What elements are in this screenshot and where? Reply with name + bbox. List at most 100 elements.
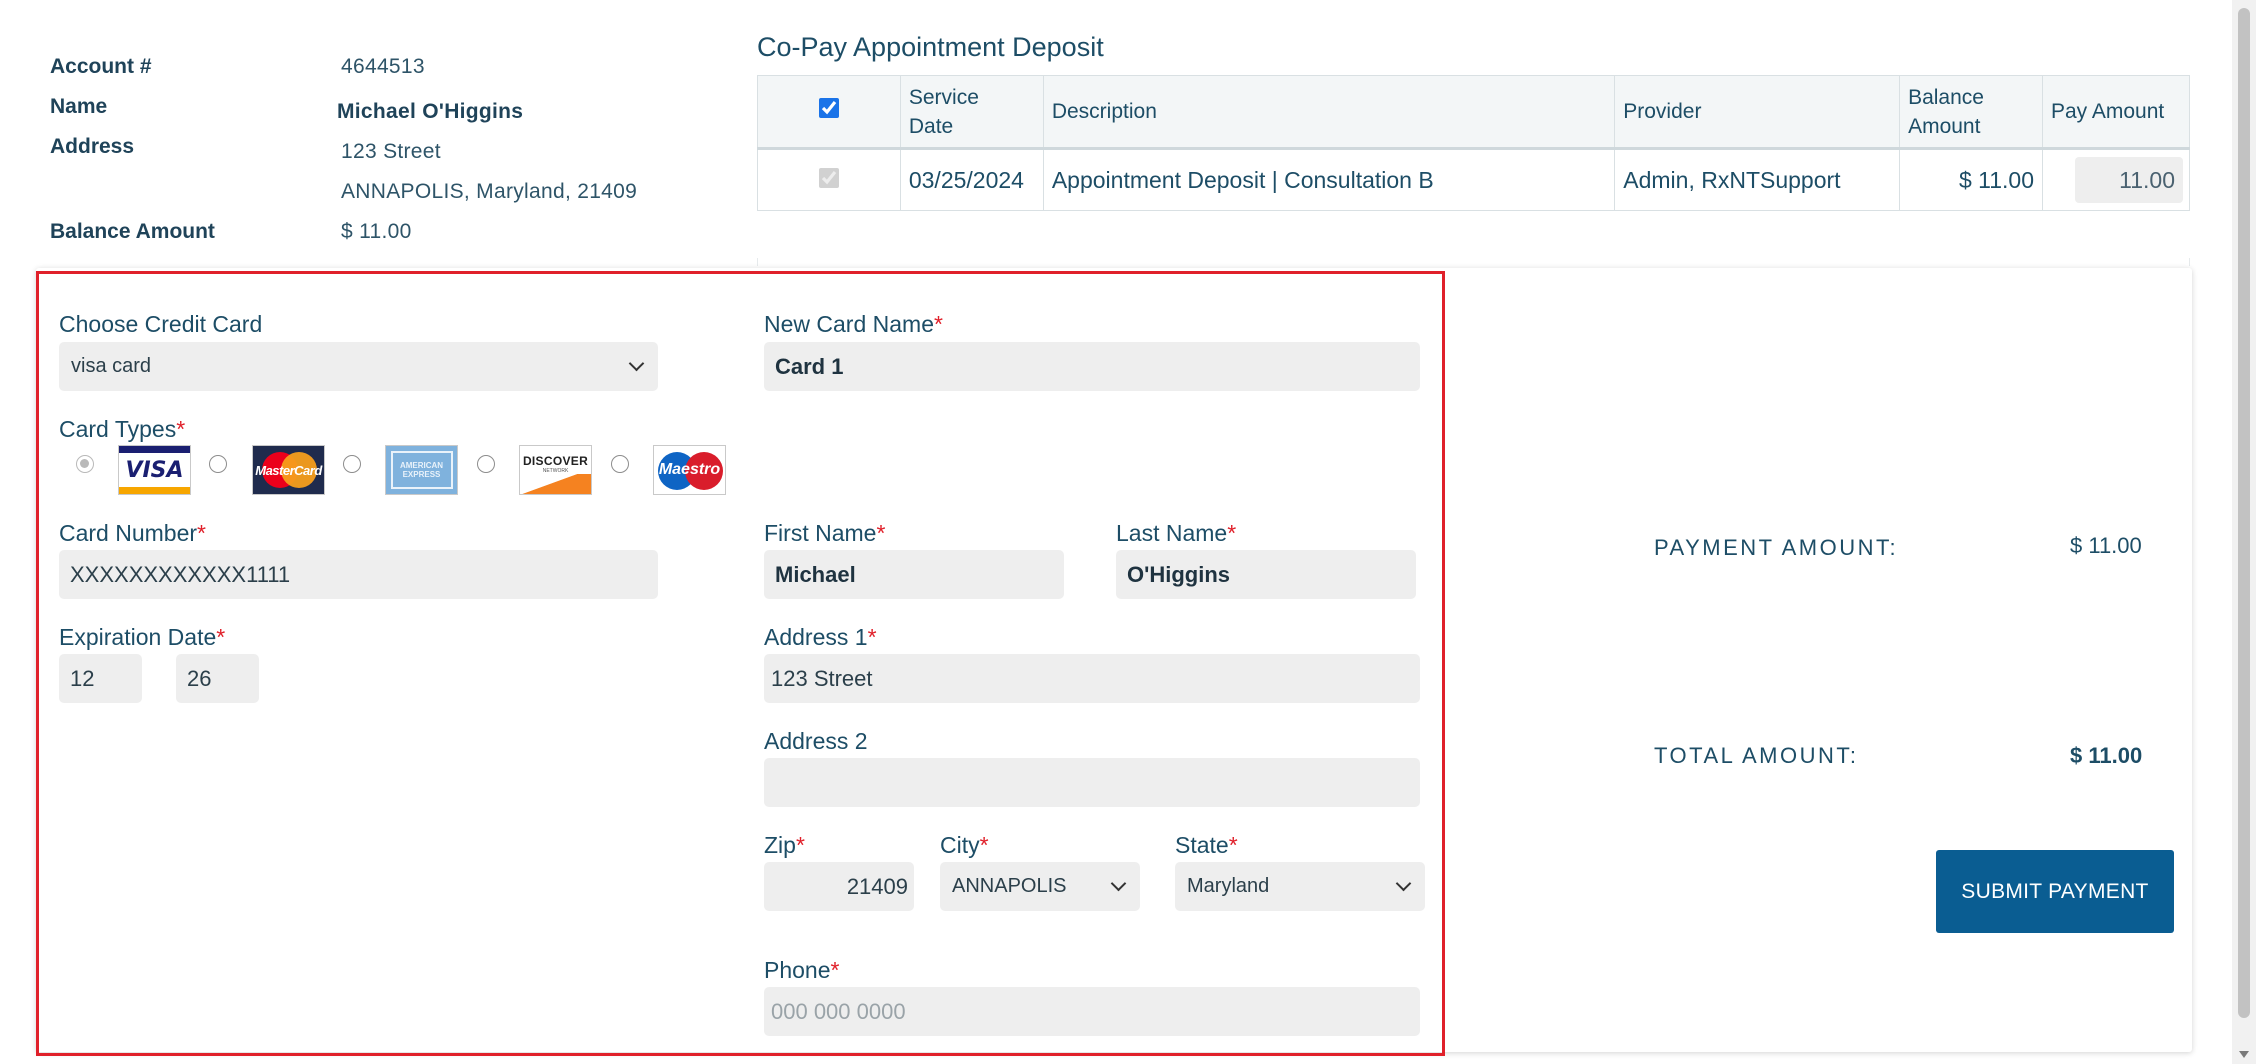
zip-input[interactable]: 21409 [764, 862, 914, 911]
amex-logo-text: AMERICAN EXPRESS [390, 451, 453, 489]
maestro-logo-text: Maestro [658, 461, 721, 478]
expiration-date-label-text: Expiration Date [59, 624, 217, 650]
card-number-input[interactable]: XXXXXXXXXXXX1111 [59, 550, 658, 599]
required-mark: * [867, 624, 877, 650]
header-provider: Provider [1614, 75, 1901, 149]
city-value: ANNAPOLIS [952, 875, 1067, 897]
mastercard-logo-text: MasterCard [255, 462, 322, 478]
visa-logo-text: VISA [125, 457, 184, 483]
first-name-label-text: First Name [764, 520, 877, 546]
address2-input[interactable] [764, 758, 1420, 807]
balance-amount-label: Balance Amount [50, 220, 215, 243]
card-type-visa-radio[interactable] [76, 455, 94, 473]
header-service-date-line2: Date [908, 114, 954, 138]
required-mark: * [1228, 832, 1238, 858]
phone-input[interactable]: 000 000 0000 [764, 987, 1420, 1036]
table-header-row: Service Date Description Provider Balance… [757, 75, 2191, 149]
card-types-label: Card Types* [59, 416, 185, 443]
state-value: Maryland [1187, 875, 1270, 897]
table-overflow-edge [757, 258, 2190, 266]
header-service-date: Service Date [899, 75, 1044, 149]
card-type-mastercard-radio[interactable] [209, 455, 227, 473]
visa-logo-bottom-band [119, 487, 190, 494]
row-checkbox[interactable] [818, 167, 839, 188]
balance-amount-value: $ 11.00 [341, 220, 412, 243]
choose-card-value: visa card [71, 355, 152, 377]
card-type-maestro-radio[interactable] [611, 455, 629, 473]
choose-card-select[interactable]: visa card [59, 342, 658, 391]
name-value: Michael O'Higgins [337, 100, 524, 123]
card-type-discover-radio[interactable] [477, 455, 495, 473]
required-mark: * [216, 624, 226, 650]
required-mark: * [934, 311, 943, 337]
address1-label-text: Address 1 [764, 624, 868, 650]
row-provider: Admin, RxNTSupport [1614, 148, 1901, 211]
visa-logo-icon: VISA [118, 445, 191, 495]
payment-amount-label: PAYMENT AMOUNT: [1654, 535, 1899, 560]
row-description: Appointment Deposit | Consultation B [1042, 148, 1616, 211]
last-name-input[interactable]: O'Higgins [1116, 550, 1416, 599]
zip-label: Zip* [764, 832, 805, 859]
scrollbar-thumb[interactable] [2238, 8, 2250, 1018]
header-pay-amount: Pay Amount [2041, 75, 2191, 149]
discover-logo-text: DISCOVER [522, 454, 589, 468]
phone-label: Phone* [764, 957, 839, 984]
zip-label-text: Zip [764, 832, 796, 858]
row-select-cell [757, 148, 901, 211]
last-name-label-text: Last Name [1116, 520, 1228, 546]
city-label: City* [940, 832, 989, 859]
expiration-month-input[interactable]: 12 [59, 654, 142, 703]
address1-label: Address 1* [764, 624, 877, 651]
required-mark: * [979, 832, 989, 858]
discover-logo-band [520, 474, 591, 494]
header-balance-line1: Balance [1908, 85, 1984, 109]
new-card-name-label-text: New Card Name [764, 311, 934, 337]
row-balance-amount: $ 11.00 [1899, 148, 2043, 211]
submit-payment-button[interactable]: SUBMIT PAYMENT [1936, 850, 2174, 933]
header-service-date-line1: Service [908, 85, 979, 109]
chevron-down-icon [628, 355, 645, 372]
section-title: Co-Pay Appointment Deposit [757, 32, 1104, 62]
vertical-scrollbar[interactable] [2232, 0, 2256, 1064]
address1-input[interactable]: 123 Street [764, 654, 1420, 703]
row-pay-amount-cell [2041, 148, 2191, 211]
address-label: Address [50, 135, 135, 158]
header-balance-line2: Amount [1908, 114, 1981, 138]
header-balance-amount: Balance Amount [1899, 75, 2043, 149]
first-name-label: First Name* [764, 520, 885, 547]
pay-amount-input[interactable] [2075, 157, 2183, 203]
select-all-checkbox[interactable] [818, 98, 839, 118]
address-line1: 123 Street [341, 140, 441, 163]
deposit-table: Service Date Description Provider Balance… [757, 75, 2191, 211]
payment-amount-value: $ 11.00 [2070, 533, 2142, 558]
account-number-label: Account # [50, 55, 152, 78]
expiration-year-input[interactable]: 26 [176, 654, 259, 703]
name-label: Name [50, 95, 108, 118]
visa-logo-top-band [119, 446, 190, 453]
required-mark: * [176, 416, 186, 442]
maestro-logo-icon: Maestro [653, 445, 726, 495]
total-amount-label: TOTAL AMOUNT: [1654, 743, 1859, 768]
card-type-amex-radio[interactable] [343, 455, 361, 473]
amex-logo-icon: AMERICAN EXPRESS [385, 445, 458, 495]
scroll-down-arrow-icon[interactable] [2239, 1051, 2249, 1058]
state-select[interactable]: Maryland [1175, 862, 1425, 911]
header-description: Description [1042, 75, 1616, 149]
first-name-input[interactable]: Michael [764, 550, 1064, 599]
chevron-down-icon [1395, 875, 1412, 892]
new-card-name-input[interactable]: Card 1 [764, 342, 1420, 391]
city-label-text: City [940, 832, 980, 858]
discover-logo-icon: DISCOVER NETWORK [519, 445, 592, 495]
header-select-all-cell [757, 75, 901, 149]
total-amount-value: $ 11.00 [2070, 743, 2143, 768]
required-mark: * [795, 832, 805, 858]
new-card-name-label: New Card Name* [764, 311, 943, 338]
city-select[interactable]: ANNAPOLIS [940, 862, 1140, 911]
mastercard-logo-icon: MasterCard [252, 445, 325, 495]
address-line2: ANNAPOLIS, Maryland, 21409 [341, 180, 638, 203]
card-number-label-text: Card Number [59, 520, 198, 546]
state-label-text: State [1175, 832, 1229, 858]
table-row: 03/25/2024 Appointment Deposit | Consult… [757, 148, 2191, 211]
card-number-label: Card Number* [59, 520, 206, 547]
required-mark: * [830, 957, 840, 983]
